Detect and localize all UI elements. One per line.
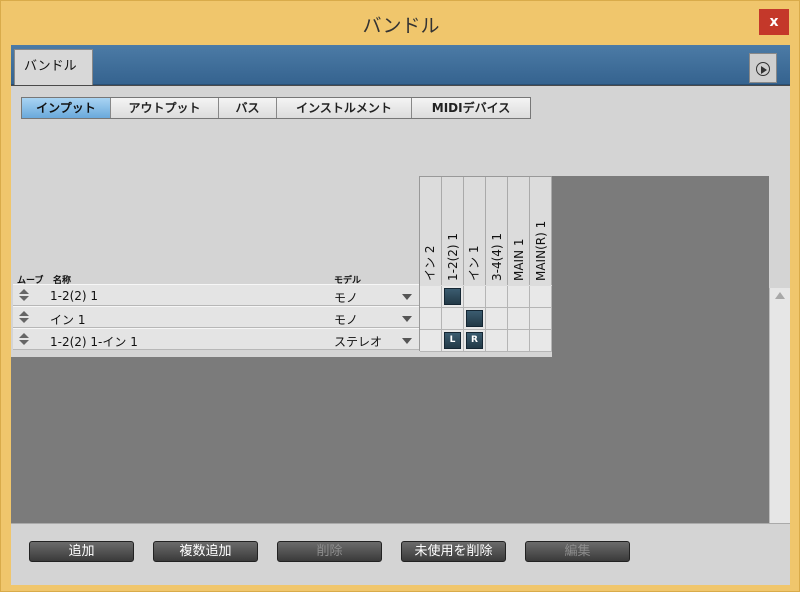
matrix-cell[interactable] <box>420 330 442 352</box>
chevron-down-icon[interactable] <box>402 294 412 300</box>
bundle-window: バンドル x バンドル インプット アウトプット バス インストルメント MID… <box>0 0 800 592</box>
matrix-column-header: イン 2 <box>420 177 442 285</box>
matrix-cell[interactable] <box>464 286 486 308</box>
tab-bundle[interactable]: バンドル <box>14 49 93 85</box>
add-button[interactable]: 追加 <box>29 541 134 562</box>
matrix-column-header: 3-4(4) 1 <box>486 177 508 285</box>
delete-unused-button[interactable]: 未使用を削除 <box>401 541 506 562</box>
tab-bus[interactable]: バス <box>219 98 277 118</box>
matrix-cell[interactable] <box>508 330 530 352</box>
matrix-cell[interactable] <box>530 330 552 352</box>
matrix-assignment[interactable]: L <box>444 332 461 349</box>
bundle-mode[interactable]: モノ <box>334 311 358 328</box>
matrix-cell[interactable] <box>530 286 552 308</box>
scroll-up-icon[interactable] <box>775 292 785 299</box>
matrix-cell[interactable] <box>530 308 552 330</box>
table-row[interactable]: 1-2(2) 1 モノ <box>13 284 420 306</box>
play-icon <box>761 66 767 74</box>
tab-input[interactable]: インプット <box>22 98 111 118</box>
matrix-column-header: MAIN(R) 1 <box>530 177 552 285</box>
table-row[interactable]: イン 1 モノ <box>13 306 420 328</box>
matrix-cell[interactable] <box>508 286 530 308</box>
matrix-cell[interactable] <box>442 286 464 308</box>
bundle-name[interactable]: 1-2(2) 1 <box>50 289 98 303</box>
table-row[interactable]: 1-2(2) 1-イン 1 ステレオ <box>13 328 420 350</box>
title-bar[interactable]: バンドル x <box>1 1 800 45</box>
move-handle-icon[interactable] <box>19 333 29 347</box>
bundle-mode[interactable]: モノ <box>334 289 358 306</box>
matrix-cell[interactable] <box>486 308 508 330</box>
chevron-down-icon[interactable] <box>402 316 412 322</box>
matrix-assignment[interactable] <box>444 288 461 305</box>
matrix-column-header: イン 1 <box>464 177 486 285</box>
table-header: ムーブ 名称 モデル <box>13 273 420 286</box>
tab-strip: バンドル <box>11 45 790 85</box>
matrix-column-header: 1-2(2) 1 <box>442 177 464 285</box>
move-handle-icon[interactable] <box>19 311 29 325</box>
matrix-assignment[interactable]: R <box>466 332 483 349</box>
matrix-cell[interactable]: L <box>442 330 464 352</box>
delete-button[interactable]: 削除 <box>277 541 382 562</box>
matrix-column-header: MAIN 1 <box>508 177 530 285</box>
matrix-cell[interactable] <box>486 286 508 308</box>
matrix-cell[interactable] <box>442 308 464 330</box>
bundle-name[interactable]: イン 1 <box>50 311 85 328</box>
bundle-mode[interactable]: ステレオ <box>334 333 382 350</box>
matrix-cell[interactable]: R <box>464 330 486 352</box>
matrix-empty-area <box>552 176 769 357</box>
matrix-cell[interactable] <box>420 286 442 308</box>
tab-midi-device[interactable]: MIDIデバイス <box>412 98 530 118</box>
button-bar: 追加 複数追加 削除 未使用を削除 編集 <box>11 523 790 585</box>
matrix-cell[interactable] <box>464 308 486 330</box>
chevron-down-icon[interactable] <box>402 338 412 344</box>
bundle-panel: インプット アウトプット バス インストルメント MIDIデバイス ムーブ 名称… <box>11 86 790 585</box>
close-button[interactable]: x <box>759 9 789 35</box>
matrix-assignment[interactable] <box>466 310 483 327</box>
tab-output[interactable]: アウトプット <box>111 98 219 118</box>
matrix-cell[interactable] <box>486 330 508 352</box>
vertical-scrollbar[interactable] <box>769 288 790 540</box>
matrix-cell[interactable] <box>508 308 530 330</box>
add-multiple-button[interactable]: 複数追加 <box>153 541 258 562</box>
edit-button[interactable]: 編集 <box>525 541 630 562</box>
tab-instrument[interactable]: インストルメント <box>277 98 412 118</box>
matrix-cell[interactable] <box>420 308 442 330</box>
client-area: バンドル インプット アウトプット バス インストルメント MIDIデバイス ム… <box>11 45 790 585</box>
play-button[interactable] <box>749 53 777 83</box>
bundle-name[interactable]: 1-2(2) 1-イン 1 <box>50 333 138 350</box>
category-tabs: インプット アウトプット バス インストルメント MIDIデバイス <box>21 97 531 119</box>
routing-matrix: イン 2 1-2(2) 1 イン 1 3-4(4) 1 MAIN 1 MAIN(… <box>419 176 553 352</box>
move-handle-icon[interactable] <box>19 289 29 303</box>
bundle-table: 1-2(2) 1 モノ イン 1 モノ 1-2(2) 1-イン 1 ステレオ <box>13 284 420 351</box>
window-title: バンドル <box>362 15 440 37</box>
